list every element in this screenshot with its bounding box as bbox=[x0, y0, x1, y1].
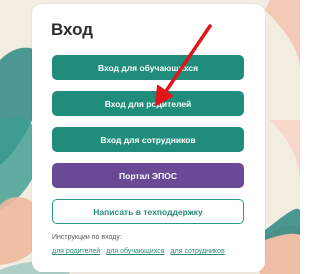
epos-portal-button[interactable]: Портал ЭПОС bbox=[52, 163, 244, 188]
login-title: Вход bbox=[51, 20, 94, 39]
parents-login-button[interactable]: Вход для родителей bbox=[52, 91, 244, 116]
instructions-links: для родителей для обучающихся для сотруд… bbox=[52, 248, 225, 255]
students-login-button[interactable]: Вход для обучающихся bbox=[52, 55, 244, 80]
instructions-parents-link[interactable]: для родителей bbox=[52, 248, 100, 255]
instructions-staff-link[interactable]: для сотрудников bbox=[171, 248, 225, 255]
login-card: Вход Вход для обучающихся Вход для родит… bbox=[32, 4, 265, 272]
login-screen: Вход Вход для обучающихся Вход для родит… bbox=[0, 0, 300, 274]
instructions-students-link[interactable]: для обучающихся bbox=[106, 248, 164, 255]
support-button[interactable]: Написать в техподдержку bbox=[52, 199, 244, 224]
instructions-label: Инструкции по входу: bbox=[52, 234, 122, 241]
staff-login-button[interactable]: Вход для сотрудников bbox=[52, 127, 244, 152]
